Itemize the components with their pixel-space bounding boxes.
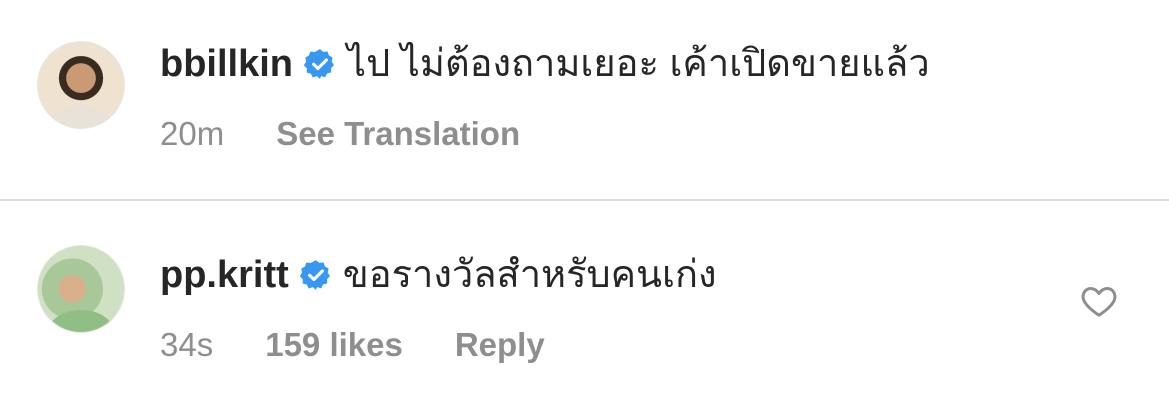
comment-text: ไป ไม่ต้องถามเยอะ เค้าเปิดขายแล้ว (347, 43, 930, 85)
username-link[interactable]: bbillkin (160, 41, 293, 87)
reply-button[interactable]: Reply (455, 326, 545, 364)
heart-icon[interactable] (1079, 281, 1119, 321)
timestamp: 20m (160, 115, 225, 152)
avatar-shoulder (48, 310, 114, 332)
likes-count-button[interactable]: 159 likes (265, 326, 403, 364)
comment-item-1: bbillkin ไป ไม่ต้องถามเยอะ เค้าเปิดขายแล… (0, 0, 1169, 200)
comment-line: pp.kritt ขอรางวัลสำหรับคนเก่ง (160, 252, 717, 298)
username-link[interactable]: pp.kritt (160, 252, 289, 298)
comment-item-2: pp.kritt ขอรางวัลสำหรับคนเก่ง 34s 159 li… (0, 202, 1169, 404)
verified-badge-icon (299, 260, 330, 290)
see-translation-button[interactable]: See Translation (276, 115, 520, 153)
comment-meta: 20m See Translation (160, 115, 572, 153)
comment-meta: 34s 159 likes Reply (160, 326, 597, 364)
comment-line: bbillkin ไป ไม่ต้องถามเยอะ เค้าเปิดขายแล… (160, 41, 930, 87)
comment-text: ขอรางวัลสำหรับคนเก่ง (342, 254, 717, 296)
avatar[interactable] (37, 245, 125, 333)
divider (0, 199, 1169, 201)
avatar[interactable] (37, 41, 125, 129)
verified-badge-icon (303, 49, 335, 79)
avatar-shoulder (48, 106, 114, 128)
timestamp: 34s (160, 326, 214, 363)
